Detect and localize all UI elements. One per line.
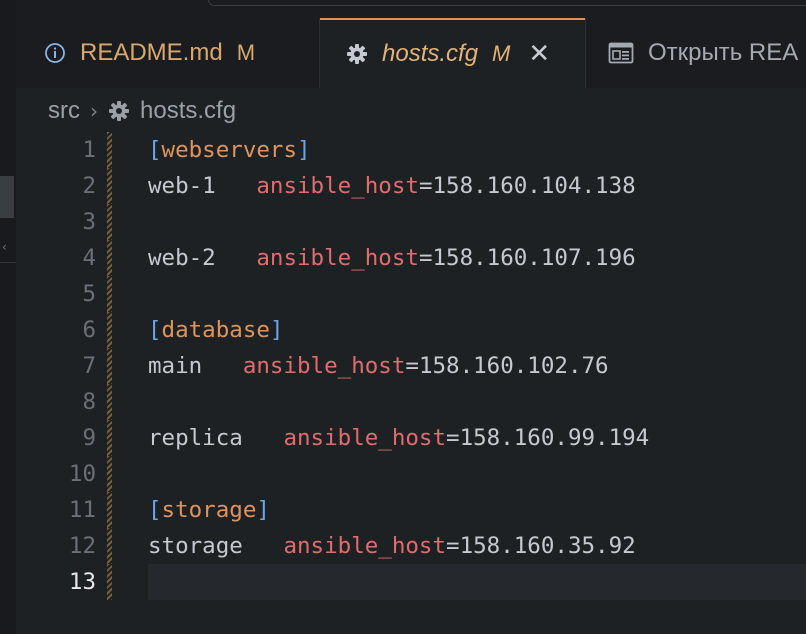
- editor-line[interactable]: 11 [storage]: [16, 492, 806, 528]
- editor-line[interactable]: 9 replica ansible_host=158.160.99.194: [16, 420, 806, 456]
- line-number: 3: [82, 209, 96, 235]
- indent-guide: [107, 492, 112, 528]
- side-panel-edge: ‹: [0, 0, 16, 634]
- line-content: storage ansible_host=158.160.35.92: [148, 533, 636, 559]
- indent-guide: [107, 456, 112, 492]
- indent-guide: [107, 168, 112, 204]
- title-bar: [0, 0, 806, 18]
- editor-line[interactable]: 8: [16, 384, 806, 420]
- collapse-chevron-icon[interactable]: ‹: [2, 240, 7, 254]
- editor-line[interactable]: 7 main ansible_host=158.160.102.76: [16, 348, 806, 384]
- section-name: storage: [161, 497, 257, 523]
- tab-hosts-cfg[interactable]: hosts.cfg M ✕: [320, 18, 585, 88]
- ip-address: 158.160.35.92: [459, 533, 636, 559]
- editor-tab-bar: README.md M hosts.cfg M ✕ Открыть REA: [16, 18, 806, 88]
- indent-guide: [107, 312, 112, 348]
- tab-label: README.md: [80, 39, 223, 66]
- line-content: web-2 ansible_host=158.160.107.196: [148, 245, 636, 271]
- variable-key: ansible_host: [256, 173, 419, 199]
- indent-guide: [107, 384, 112, 420]
- line-number: 4: [82, 245, 96, 271]
- indent-guide: [107, 276, 112, 312]
- host-name: replica: [148, 425, 243, 451]
- code-editor[interactable]: 1 [webservers] 2 web-1 ansible_host=158.160…: [16, 132, 806, 634]
- line-number: 6: [82, 317, 96, 343]
- modified-badge: M: [236, 40, 256, 65]
- editor-line[interactable]: 10: [16, 456, 806, 492]
- variable-key: ansible_host: [283, 425, 447, 451]
- ip-address: 158.160.102.76: [418, 353, 609, 379]
- breadcrumb-separator: ›: [90, 99, 98, 123]
- editor-line[interactable]: 13: [16, 564, 806, 600]
- line-content: web-1 ansible_host=158.160.104.138: [148, 173, 636, 199]
- breadcrumb-file[interactable]: hosts.cfg: [140, 97, 236, 125]
- tab-readme[interactable]: README.md M: [16, 18, 320, 88]
- line-number: 13: [68, 569, 96, 595]
- indent-guide: [107, 420, 112, 456]
- spacing: [202, 353, 243, 379]
- editor-line[interactable]: 6 [database]: [16, 312, 806, 348]
- line-content: main ansible_host=158.160.102.76: [148, 353, 609, 379]
- info-icon: [44, 42, 66, 64]
- preview-icon: [608, 42, 634, 64]
- editor-line[interactable]: 5: [16, 276, 806, 312]
- section-name: database: [161, 317, 270, 343]
- line-content: replica ansible_host=158.160.99.194: [148, 425, 650, 451]
- spacing: [243, 533, 284, 559]
- line-content: [webservers]: [148, 137, 311, 163]
- editor-line[interactable]: 3: [16, 204, 806, 240]
- modified-badge: M: [492, 41, 511, 66]
- gear-icon: [346, 43, 368, 65]
- spacing: [216, 245, 257, 271]
- tab-label: hosts.cfg: [382, 40, 479, 67]
- line-content: [storage]: [148, 497, 270, 523]
- ip-address: 158.160.107.196: [432, 245, 636, 271]
- tab-open-readme-preview[interactable]: Открыть REA: [585, 18, 806, 88]
- section-name: webservers: [161, 137, 298, 163]
- line-number: 10: [68, 461, 96, 487]
- line-number: 5: [82, 281, 96, 307]
- close-tab-icon[interactable]: ✕: [528, 39, 550, 69]
- editor-line[interactable]: 1 [webservers]: [16, 132, 806, 168]
- line-number: 12: [68, 533, 96, 559]
- current-line-highlight: [148, 564, 806, 600]
- editor-line[interactable]: 2 web-1 ansible_host=158.160.104.138: [16, 168, 806, 204]
- panel-divider: [0, 262, 16, 263]
- spacing: [216, 173, 257, 199]
- line-number: 8: [82, 389, 96, 415]
- gear-icon: [108, 100, 130, 122]
- line-content: [database]: [148, 317, 284, 343]
- tab-label: Открыть REA: [648, 39, 799, 66]
- editor-line[interactable]: 4 web-2 ansible_host=158.160.107.196: [16, 240, 806, 276]
- host-name: storage: [148, 533, 243, 559]
- command-center[interactable]: [208, 0, 806, 6]
- indent-guide: [107, 132, 112, 168]
- line-number: 2: [82, 173, 96, 199]
- panel-selection-marker: [0, 176, 14, 218]
- ip-address: 158.160.99.194: [459, 425, 650, 451]
- indent-guide: [107, 348, 112, 384]
- line-number: 7: [82, 353, 96, 379]
- variable-key: ansible_host: [242, 353, 406, 379]
- indent-guide: [107, 204, 112, 240]
- line-number: 11: [68, 497, 96, 523]
- spacing: [243, 425, 284, 451]
- editor-line[interactable]: 12 storage ansible_host=158.160.35.92: [16, 528, 806, 564]
- breadcrumb: src › hosts.cfg: [48, 94, 236, 128]
- host-name: web-1: [148, 173, 216, 199]
- indent-guide: [107, 528, 112, 564]
- line-number: 1: [82, 137, 96, 163]
- variable-key: ansible_host: [283, 533, 447, 559]
- indent-guide: [107, 564, 112, 600]
- variable-key: ansible_host: [256, 245, 419, 271]
- host-name: web-2: [148, 245, 216, 271]
- line-number: 9: [82, 425, 96, 451]
- indent-guide: [107, 240, 112, 276]
- host-name: main: [148, 353, 203, 379]
- breadcrumb-folder[interactable]: src: [48, 97, 80, 125]
- ip-address: 158.160.104.138: [432, 173, 636, 199]
